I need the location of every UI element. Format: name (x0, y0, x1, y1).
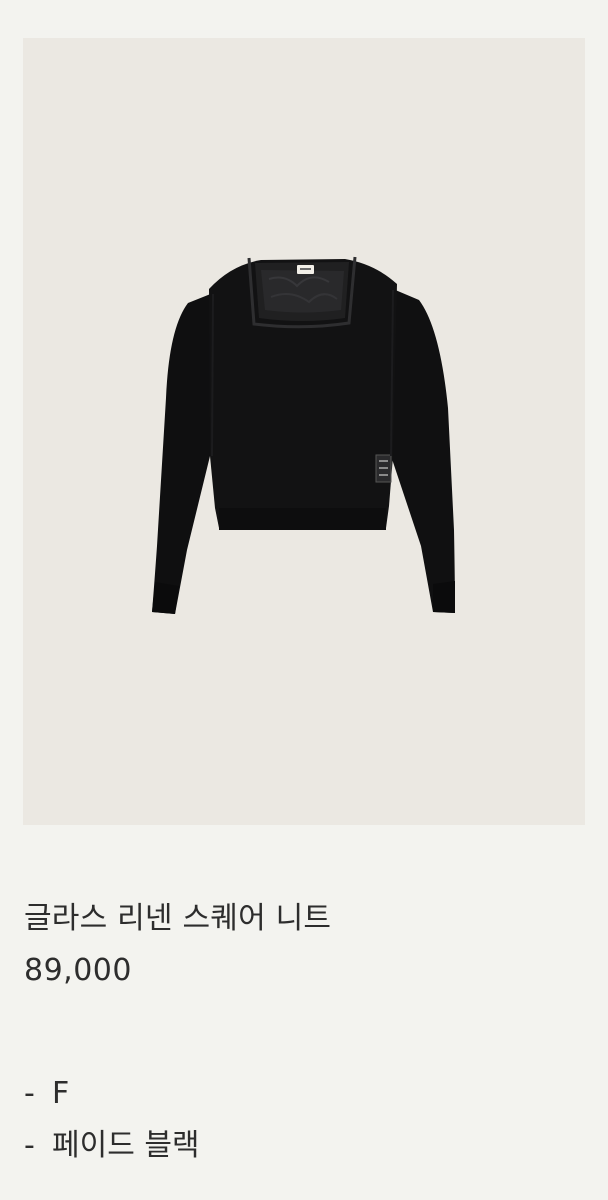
product-info: 글라스 리넨 스퀘어 니트 89,000 (24, 893, 584, 997)
product-name: 글라스 리넨 스퀘어 니트 (24, 901, 332, 936)
option-color: - 페이드 블랙 (24, 1120, 584, 1172)
option-size: -F (24, 1068, 584, 1120)
sweater-illustration (152, 256, 455, 614)
product-image[interactable] (23, 38, 585, 825)
option-color-value: 페이드 블랙 (52, 1128, 200, 1163)
option-list: -F - 페이드 블랙 (24, 1068, 584, 1172)
left-sleeve (152, 293, 213, 614)
option-dash: - (24, 1076, 35, 1111)
product-price: 89,000 (24, 953, 132, 988)
option-dash: - (24, 1128, 35, 1163)
option-size-value: F (52, 1076, 70, 1111)
waistband (219, 508, 386, 530)
right-sleeve (391, 289, 455, 613)
